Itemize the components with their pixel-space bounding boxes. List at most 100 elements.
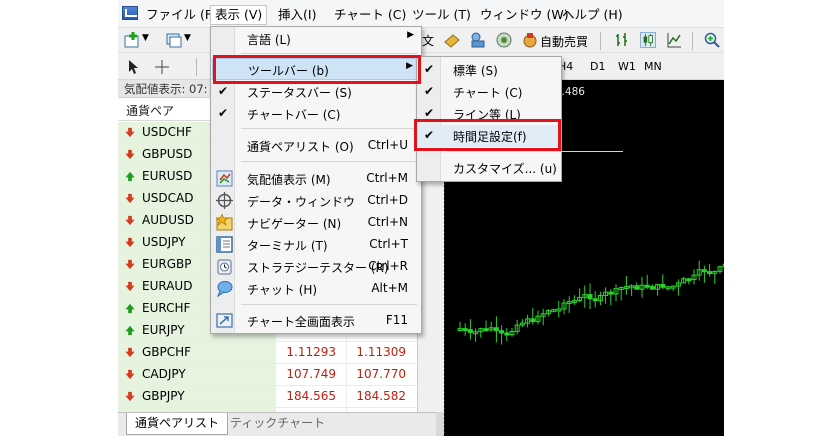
crosshair-icon[interactable] [154,59,170,75]
menu-item-chat[interactable]: チャット (H) Alt+M [212,278,420,300]
ask-price: 107.770 [356,367,406,381]
menu-shortcut: Ctrl+T [369,237,408,251]
candle-body [686,278,692,282]
navigator-star-icon [216,214,233,231]
menu-chart[interactable]: チャート (C) [330,5,410,25]
bar-chart-icon[interactable] [614,32,630,48]
menu-item-label: 気配値表示 (M) [247,173,331,187]
candle-body [722,263,724,268]
menu-tools[interactable]: ツール (T) [408,5,475,25]
submenu-item-periodicity[interactable]: ✔ 時間足設定(f) [418,125,560,147]
menu-item-terminal[interactable]: ターミナル (T) Ctrl+T [212,234,420,256]
market-watch-icon [216,170,233,187]
bid-price: 1.11293 [286,345,336,359]
new-chart-dropdown-icon[interactable]: ▼ [142,33,149,43]
menu-item-status-bar[interactable]: ✔ ステータスバー (S) [212,81,420,103]
table-row[interactable]: GBPCHF 1.11293 1.11309 [118,342,418,364]
candle-body [587,294,593,300]
menu-item-label: 標準 (S) [453,64,498,78]
arrow-down-icon [125,259,135,270]
column-divider [346,386,347,407]
bid-price: 184.565 [286,389,336,403]
data-window-crosshair-icon [216,192,233,209]
menu-item-symbols[interactable]: 通貨ペアリスト (O) Ctrl+U [212,135,420,157]
menu-item-language[interactable]: 言語 (L) ▶ [212,28,420,50]
auto-trading-icon[interactable] [522,32,538,48]
menu-item-full-screen[interactable]: チャート全画面表示 F11 [212,310,420,332]
timeframe-d1[interactable]: D1 [590,60,605,73]
terminal-icon[interactable] [496,32,512,48]
menu-help[interactable]: ヘルプ (H) [558,5,627,25]
symbol-name: USDCAD [142,191,194,205]
timeframe-w1[interactable]: W1 [618,60,636,73]
menu-separator [447,151,623,152]
menu-shortcut: Alt+M [371,281,408,295]
symbol-cell: CADJPY [118,364,276,385]
column-header-symbol[interactable]: 通貨ペア [126,102,174,119]
menu-shortcut: Ctrl+N [367,215,408,229]
menu-item-toolbars[interactable]: ツールバー (b) ▶ [212,58,420,80]
candle-body [644,284,650,288]
submenu-item-customize[interactable]: カスタマイズ... (u) [418,157,560,179]
symbol-name: GBPJPY [142,389,185,403]
submenu-item-line-studies[interactable]: ✔ ライン等 (L) [418,103,560,125]
cursor-icon[interactable] [126,59,142,75]
candlestick-chart-icon[interactable] [640,32,656,48]
panel-splitter[interactable] [436,412,444,436]
symbol-name: EURGBP [142,257,192,271]
column-divider [346,364,347,385]
arrow-down-icon [125,193,135,204]
checkmark-icon: ✔ [218,84,229,98]
table-row[interactable]: GBPJPY 184.565 184.582 [118,386,418,408]
table-row[interactable]: CADJPY 107.749 107.770 [118,364,418,386]
toolbars-submenu: ✔ 標準 (S) ✔ チャート (C) ✔ ライン等 (L) ✔ 時間足設定(f… [416,56,623,182]
candle-body [483,328,489,332]
candle-body [707,271,713,275]
symbol-name: EURUSD [142,169,193,183]
timeframe-mn[interactable]: MN [644,60,662,73]
candle-body [660,283,666,288]
arrow-down-icon [125,215,135,226]
menu-item-market-watch[interactable]: 気配値表示 (M) Ctrl+M [212,168,420,190]
menu-shortcut: F11 [385,313,408,327]
profiles-icon[interactable] [166,32,182,48]
menu-item-label: ツールバー (b) [248,64,329,78]
menu-item-strategy-tester[interactable]: ストラテジーテスター (R) Ctrl+R [212,256,420,278]
menu-item-label: チャート全画面表示 [247,315,355,329]
symbol-name: AUDUSD [142,213,194,227]
submenu-item-standard[interactable]: ✔ 標準 (S) [418,59,560,81]
menu-insert[interactable]: 挿入(I) [274,5,320,25]
symbol-name: USDCHF [142,125,192,139]
app-chart-icon[interactable] [122,6,138,20]
profiles-dropdown-icon[interactable]: ▼ [184,33,191,43]
menu-item-navigator[interactable]: ナビゲーター (N) Ctrl+N [212,212,420,234]
menu-item-chart-bar[interactable]: ✔ チャートバー (C) [212,103,420,125]
arrow-down-icon [125,127,135,138]
symbol-name: USDJPY [142,235,186,249]
zoom-in-icon[interactable] [704,32,720,48]
menu-view[interactable]: 表示 (V) [210,5,268,25]
arrow-up-icon [125,325,135,336]
symbol-name: EURCHF [142,301,191,315]
menu-shortcut: Ctrl+M [366,171,408,185]
menu-item-label: ステータスバー (S) [247,86,352,100]
arrow-down-icon [125,391,135,402]
menu-shortcut: Ctrl+D [367,193,408,207]
candle-body [592,298,598,302]
navigator-icon[interactable] [470,32,486,48]
new-chart-icon[interactable] [124,32,140,48]
market-watch-icon[interactable] [444,32,460,48]
menu-separator [241,161,417,162]
strategy-tester-icon [217,259,232,275]
tab-tick-chart[interactable]: ティックチャート [222,413,333,435]
checkmark-icon: ✔ [424,128,435,142]
terminal-window-icon [216,236,233,253]
auto-trading-button[interactable]: 自動売買 [540,33,588,50]
full-screen-icon [216,313,233,328]
menu-item-data-window[interactable]: データ・ウィンドウ Ctrl+D [212,190,420,212]
tab-symbols[interactable]: 通貨ペアリスト [126,413,229,435]
submenu-item-charts[interactable]: ✔ チャート (C) [418,81,560,103]
arrow-down-icon [125,237,135,248]
menu-item-label: 言語 (L) [247,33,291,47]
line-chart-icon[interactable] [666,32,682,48]
